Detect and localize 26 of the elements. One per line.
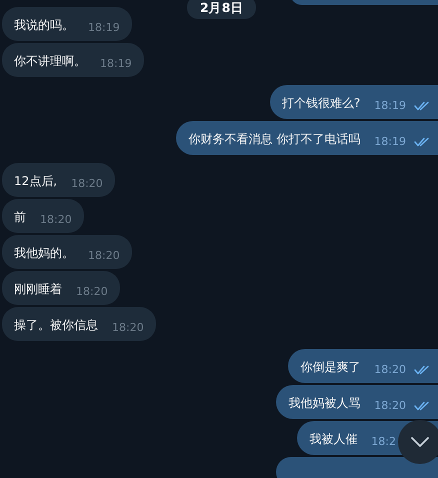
message-text: 我被人催 — [309, 431, 358, 448]
message-text: 你不讲理啊。 — [14, 53, 86, 70]
message-time: 18:20 — [71, 177, 103, 191]
message-text: 12点后, — [14, 173, 58, 190]
message-text: 你倒是爽了 — [300, 359, 360, 376]
message-text: 你财务不看消息 你打不了电话吗 — [188, 131, 360, 148]
message-text: 刚刚睡着 — [14, 281, 62, 298]
message-time: 18:19 — [100, 57, 132, 71]
message-time: 18:19 — [374, 99, 406, 113]
message-text: 操了。被你信息 — [14, 317, 98, 334]
message-time: 18:20 — [76, 285, 108, 299]
message-time: 18:19 — [88, 21, 120, 35]
message-text: 前 — [14, 209, 26, 226]
message-time: 18:20 — [88, 249, 120, 263]
date-badge: 2月8日 — [187, 0, 256, 19]
message-text: 打个钱很难么? — [282, 95, 360, 112]
message-text: 我他妈被人骂 — [288, 395, 360, 412]
message-time: 18:20 — [40, 213, 72, 227]
message-time: 18:19 — [374, 135, 406, 149]
chevron-down-icon — [411, 437, 429, 447]
message-time: 18:20 — [374, 399, 406, 413]
message-time: 18:20 — [112, 321, 144, 335]
message-time: 18:20 — [374, 363, 406, 377]
message-text: 我说的吗。 — [14, 17, 74, 34]
message-time: 18:2 — [371, 435, 396, 449]
message-text: 我他妈的。 — [14, 245, 74, 262]
